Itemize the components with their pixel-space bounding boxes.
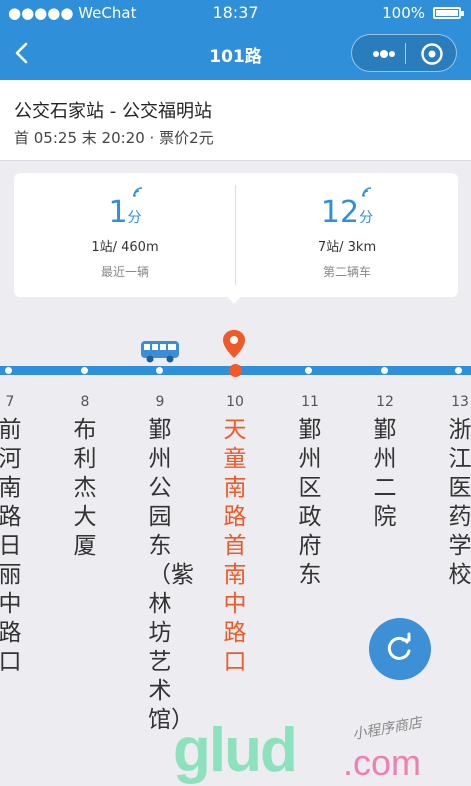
location-pin-icon <box>223 330 245 358</box>
refresh-button[interactable] <box>369 618 431 680</box>
station-name: 鄞州区政府东 <box>298 417 322 588</box>
arrival-minutes: 12分 <box>320 195 374 230</box>
station-number: 10 <box>226 394 244 410</box>
station-name: 布利杰大厦 <box>73 417 97 559</box>
station-name: 天童南路首南中路口 <box>223 417 247 675</box>
station-number: 9 <box>155 394 165 410</box>
arrival-distance: 1站/ 460m <box>91 240 159 255</box>
nav-bar: 101路 <box>0 26 471 80</box>
station-number: 11 <box>301 394 319 410</box>
station-number: 8 <box>80 394 90 410</box>
station-item[interactable]: 9 鄞州公园东（紫林坊艺术馆） <box>140 394 194 735</box>
station-number: 7 <box>5 394 15 410</box>
arrival-label: 最近一辆 <box>100 265 149 279</box>
stop-dot <box>305 367 312 374</box>
station-item-current[interactable]: 10 天童南路首南中路口 <box>215 394 255 677</box>
stop-dot <box>81 367 88 374</box>
arrival-minutes: 1分 <box>108 195 142 230</box>
station-item[interactable]: 11 鄞州区政府东 <box>290 394 330 590</box>
station-item[interactable]: 7 前河南路日丽中路口 <box>0 394 30 677</box>
route-name: 公交石家站 - 公交福明站 <box>14 101 212 122</box>
bus-icon <box>141 341 179 363</box>
battery-percent: 100% <box>382 4 425 22</box>
station-name: 鄞州二院 <box>373 417 397 530</box>
more-icon[interactable] <box>366 42 402 66</box>
stop-dot <box>455 367 462 374</box>
station-number: 12 <box>376 394 394 410</box>
stop-dot <box>381 367 388 374</box>
watermark-domain: .com <box>343 742 422 783</box>
current-stop-marker <box>229 364 242 377</box>
battery-icon <box>433 7 464 19</box>
battery-status: 100% <box>382 4 464 22</box>
mini-program-capsule <box>351 34 457 72</box>
station-name: 浙江医药学校 <box>448 417 471 588</box>
card-pointer <box>226 295 242 304</box>
capsule-divider <box>405 43 406 64</box>
station-item[interactable]: 13 浙江医药学校 <box>440 394 471 590</box>
station-item[interactable]: 8 布利杰大厦 <box>65 394 105 561</box>
arrival-second: 12分 7站/ 3km 第二辆车 <box>236 173 458 297</box>
station-name: 鄞州公园东（紫林坊艺术馆） <box>148 417 194 733</box>
station-item[interactable]: 12 鄞州二院 <box>365 394 405 532</box>
arrival-label: 第二辆车 <box>322 265 371 279</box>
station-name: 前河南路日丽中路口 <box>0 417 22 675</box>
arrival-nearest: 1分 1站/ 460m 最近一辆 <box>14 173 236 297</box>
route-header: 公交石家站 - 公交福明站 首 05:25 末 20:20 · 票价2元 <box>0 80 471 161</box>
stop-dot <box>156 367 163 374</box>
status-bar: ●●●●● WeChat 18:37 100% <box>0 0 471 26</box>
watermark-logo: glud <box>173 716 298 785</box>
route-schedule: 首 05:25 末 20:20 · 票价2元 <box>14 129 214 147</box>
target-icon[interactable] <box>420 42 444 66</box>
station-number: 13 <box>451 394 469 410</box>
arrival-distance: 7站/ 3km <box>317 240 377 255</box>
refresh-icon <box>387 632 411 660</box>
arrival-card: 1分 1站/ 460m 最近一辆 12分 7站/ 3km 第二辆车 <box>14 173 458 297</box>
wifi-signal-icon <box>362 187 372 197</box>
watermark-tagline: 小程序商店 <box>351 715 424 743</box>
stop-dot <box>5 367 12 374</box>
wifi-signal-icon <box>133 187 143 197</box>
